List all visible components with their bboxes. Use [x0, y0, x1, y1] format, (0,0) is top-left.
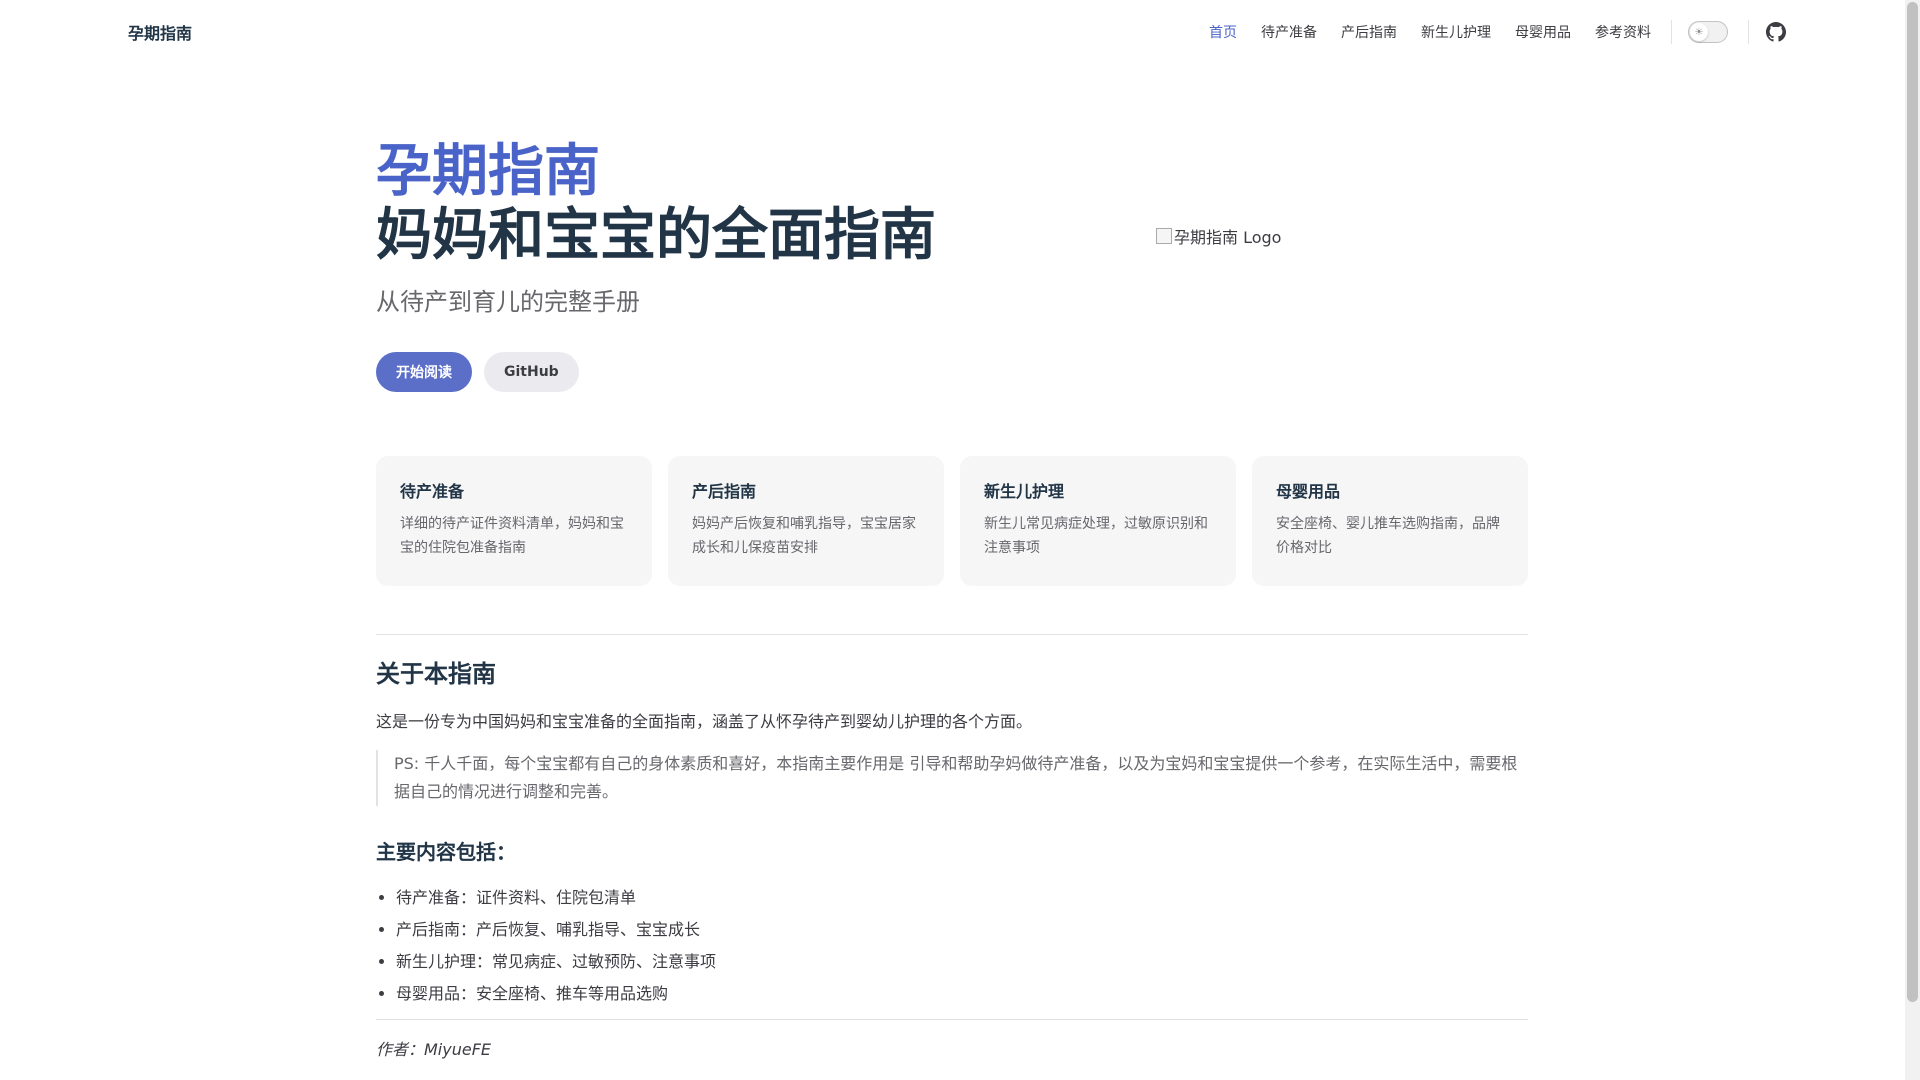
- hero-text: 妈妈和宝宝的全面指南: [376, 203, 936, 268]
- top-navbar: 孕期指南 首页 待产准备 产后指南 新生儿护理 母婴用品 参考资料 ☀: [0, 0, 1905, 64]
- list-item: 新生儿护理：常见病症、过敏预防、注意事项: [396, 946, 716, 978]
- about-paragraph: 这是一份专为中国妈妈和宝宝准备的全面指南，涵盖了从怀孕待产到婴幼儿护理的各个方面…: [376, 712, 1033, 731]
- feature-title: 待产准备: [400, 482, 465, 501]
- site-title[interactable]: 孕期指南: [128, 20, 192, 44]
- feature-card-postpartum[interactable]: 产后指南 妈妈产后恢复和哺乳指导，宝宝居家成长和儿保疫苗安排: [668, 456, 944, 586]
- hero-actions: 开始阅读 GitHub: [376, 352, 591, 392]
- list-item: 产后指南：产后恢复、哺乳指导、宝宝成长: [396, 914, 716, 946]
- nav-link-prenatal[interactable]: 待产准备: [1261, 22, 1317, 42]
- hero-tagline: 从待产到育儿的完整手册: [376, 288, 640, 316]
- feature-details: 安全座椅、婴儿推车选购指南，品牌价格对比: [1276, 516, 1500, 556]
- nav-divider: [1748, 20, 1749, 44]
- feature-card-products[interactable]: 母婴用品 安全座椅、婴儿推车选购指南，品牌价格对比: [1252, 456, 1528, 586]
- feature-details: 妈妈产后恢复和哺乳指导，宝宝居家成长和儿保疫苗安排: [692, 516, 916, 556]
- github-icon[interactable]: [1765, 21, 1787, 43]
- page-scrollbar[interactable]: [1905, 0, 1920, 1080]
- feature-details: 详细的待产证件资料清单，妈妈和宝宝的住院包准备指南: [400, 516, 624, 556]
- hero-logo-alt-text: 孕期指南 Logo: [1174, 228, 1282, 247]
- nav-link-home[interactable]: 首页: [1209, 22, 1237, 42]
- sun-icon: ☀: [1690, 23, 1708, 41]
- hero-logo-image: 孕期指南 Logo: [1156, 224, 1281, 248]
- nav-menu: 首页 待产准备 产后指南 新生儿护理 母婴用品 参考资料 ☀: [1185, 0, 1787, 64]
- feature-title: 新生儿护理: [984, 482, 1065, 501]
- feature-card-prenatal[interactable]: 待产准备 详细的待产证件资料清单，妈妈和宝宝的住院包准备指南: [376, 456, 652, 586]
- nav-divider: [1671, 20, 1672, 44]
- features: 待产准备 详细的待产证件资料清单，妈妈和宝宝的住院包准备指南 产后指南 妈妈产后…: [376, 456, 1528, 586]
- nav-link-newborn-care[interactable]: 新生儿护理: [1421, 22, 1491, 42]
- about-heading: 关于本指南: [376, 660, 496, 688]
- appearance-toggle[interactable]: ☀: [1688, 21, 1728, 43]
- broken-image-icon: [1156, 228, 1172, 244]
- content-divider: [376, 1019, 1528, 1020]
- main-content-list: 待产准备：证件资料、住院包清单 产后指南：产后恢复、哺乳指导、宝宝成长 新生儿护…: [396, 882, 716, 1010]
- nav-link-references[interactable]: 参考资料: [1595, 22, 1651, 42]
- content-divider: [376, 634, 1528, 635]
- start-reading-button[interactable]: 开始阅读: [376, 352, 472, 392]
- github-button[interactable]: GitHub: [484, 352, 579, 392]
- scrollbar-thumb[interactable]: [1907, 2, 1918, 1002]
- main-content-heading: 主要内容包括：: [376, 840, 516, 864]
- hero-name: 孕期指南: [376, 139, 600, 204]
- feature-details: 新生儿常见病症处理，过敏原识别和注意事项: [984, 516, 1208, 556]
- list-item: 母婴用品：安全座椅、推车等用品选购: [396, 978, 716, 1010]
- feature-card-newborn[interactable]: 新生儿护理 新生儿常见病症处理，过敏原识别和注意事项: [960, 456, 1236, 586]
- nav-link-postpartum[interactable]: 产后指南: [1341, 22, 1397, 42]
- author-line: 作者：MiyueFE: [376, 1040, 492, 1059]
- nav-link-baby-products[interactable]: 母婴用品: [1515, 22, 1571, 42]
- note-blockquote: PS: 千人千面，每个宝宝都有自己的身体素质和喜好，本指南主要作用是 引导和帮助…: [376, 750, 1528, 806]
- list-item: 待产准备：证件资料、住院包清单: [396, 882, 716, 914]
- feature-title: 母婴用品: [1276, 482, 1341, 501]
- feature-title: 产后指南: [692, 482, 757, 501]
